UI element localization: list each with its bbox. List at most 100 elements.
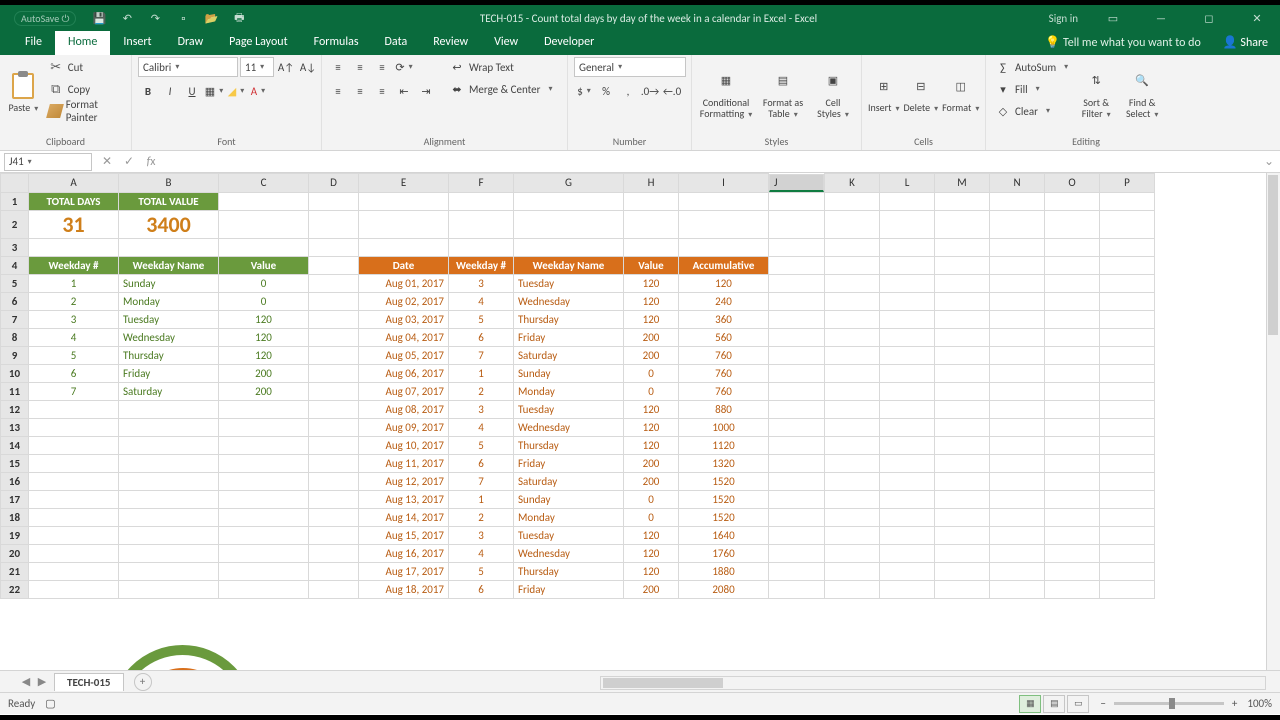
cell[interactable]: Monday	[514, 508, 624, 526]
cell[interactable]: 1520	[679, 490, 769, 508]
cell[interactable]: 7	[449, 472, 514, 490]
cell[interactable]	[769, 310, 825, 328]
cell[interactable]	[880, 256, 935, 274]
col-header-M[interactable]: M	[935, 174, 990, 193]
fill-color-button[interactable]: ◢	[226, 81, 246, 101]
tab-formulas[interactable]: Formulas	[301, 31, 372, 55]
close-icon[interactable]: ✕	[1234, 6, 1280, 30]
cell[interactable]	[119, 562, 219, 580]
cell[interactable]: Friday	[119, 364, 219, 382]
autosum-button[interactable]: ∑AutoSum	[992, 57, 1071, 77]
cell[interactable]: 200	[624, 472, 679, 490]
cell[interactable]	[309, 508, 359, 526]
cell[interactable]	[935, 526, 990, 544]
name-box[interactable]: J41	[4, 153, 92, 171]
cell[interactable]	[935, 328, 990, 346]
align-center-icon[interactable]: ≡	[350, 81, 370, 101]
cell[interactable]: 120	[219, 328, 309, 346]
sort-filter-button[interactable]: ⇅Sort & Filter	[1075, 57, 1117, 129]
col-header-K[interactable]: K	[825, 174, 880, 193]
cell[interactable]: 2	[29, 292, 119, 310]
signin-button[interactable]: Sign in	[1039, 6, 1088, 30]
currency-icon[interactable]: $	[574, 81, 594, 101]
cell[interactable]	[1100, 238, 1155, 256]
col-header-I[interactable]: I	[679, 174, 769, 193]
cell[interactable]	[309, 310, 359, 328]
cell[interactable]: 4	[449, 292, 514, 310]
cell[interactable]	[219, 400, 309, 418]
share-button[interactable]: 👤 Share	[1211, 31, 1280, 55]
new-icon[interactable]: ▫	[170, 6, 196, 30]
cell[interactable]	[219, 580, 309, 598]
orientation-icon[interactable]: ⟳	[394, 57, 414, 77]
select-all-corner[interactable]	[1, 174, 29, 193]
cell[interactable]	[880, 400, 935, 418]
cell[interactable]: Saturday	[514, 472, 624, 490]
tab-page-layout[interactable]: Page Layout	[216, 31, 300, 55]
cell[interactable]	[679, 238, 769, 256]
find-select-button[interactable]: 🔍Find & Select	[1121, 57, 1163, 129]
sheet-nav-prev-icon[interactable]: ◀	[18, 675, 34, 688]
cell[interactable]: Aug 09, 2017	[359, 418, 449, 436]
cell[interactable]	[769, 544, 825, 562]
redo-icon[interactable]: ↷	[142, 6, 168, 30]
cell[interactable]	[769, 436, 825, 454]
tab-review[interactable]: Review	[420, 31, 481, 55]
cell[interactable]	[990, 382, 1045, 400]
cell[interactable]: Accumulative	[679, 256, 769, 274]
cell[interactable]: 1520	[679, 508, 769, 526]
number-format-select[interactable]: General	[574, 57, 686, 77]
col-header-H[interactable]: H	[624, 174, 679, 193]
cell[interactable]	[825, 364, 880, 382]
sheet-nav-next-icon[interactable]: ▶	[34, 675, 50, 688]
cell[interactable]: Thursday	[514, 310, 624, 328]
cell[interactable]	[769, 382, 825, 400]
cell[interactable]	[990, 256, 1045, 274]
cell[interactable]: 4	[29, 328, 119, 346]
cell[interactable]: 1120	[679, 436, 769, 454]
cell[interactable]	[1100, 310, 1155, 328]
cell[interactable]	[990, 238, 1045, 256]
cell[interactable]	[1045, 310, 1100, 328]
cell[interactable]: Sunday	[119, 274, 219, 292]
cell[interactable]: Aug 11, 2017	[359, 454, 449, 472]
cell[interactable]	[880, 274, 935, 292]
row-header-7[interactable]: 7	[1, 310, 29, 328]
cell[interactable]	[219, 472, 309, 490]
cell[interactable]	[1045, 292, 1100, 310]
cell[interactable]: 1	[29, 274, 119, 292]
underline-button[interactable]: U	[182, 81, 202, 101]
cell[interactable]	[449, 238, 514, 256]
cell[interactable]	[769, 192, 825, 210]
delete-cells-button[interactable]: ⊟Delete	[904, 57, 939, 129]
row-header-14[interactable]: 14	[1, 436, 29, 454]
cell[interactable]: 1880	[679, 562, 769, 580]
cell[interactable]	[679, 192, 769, 210]
cell[interactable]: 120	[624, 418, 679, 436]
cell[interactable]	[219, 544, 309, 562]
cell[interactable]	[29, 490, 119, 508]
zoom-slider[interactable]	[1114, 702, 1224, 705]
cell[interactable]: Friday	[514, 580, 624, 598]
cell[interactable]	[935, 238, 990, 256]
cell[interactable]	[935, 382, 990, 400]
cell[interactable]	[219, 562, 309, 580]
row-header-21[interactable]: 21	[1, 562, 29, 580]
cell[interactable]: 240	[679, 292, 769, 310]
expand-formula-icon[interactable]: ⌄	[1258, 153, 1280, 171]
cell[interactable]: 120	[624, 436, 679, 454]
cell[interactable]	[1100, 508, 1155, 526]
cell[interactable]	[769, 490, 825, 508]
tab-developer[interactable]: Developer	[531, 31, 607, 55]
format-painter-button[interactable]: Format Painter	[45, 101, 125, 121]
cell[interactable]	[935, 292, 990, 310]
cell[interactable]: TOTAL DAYS	[29, 192, 119, 210]
cell[interactable]	[990, 364, 1045, 382]
row-header-6[interactable]: 6	[1, 292, 29, 310]
cell[interactable]: 120	[624, 562, 679, 580]
cell[interactable]	[219, 192, 309, 210]
cell[interactable]	[990, 192, 1045, 210]
cell[interactable]	[825, 418, 880, 436]
tab-view[interactable]: View	[481, 31, 531, 55]
cell[interactable]	[825, 490, 880, 508]
